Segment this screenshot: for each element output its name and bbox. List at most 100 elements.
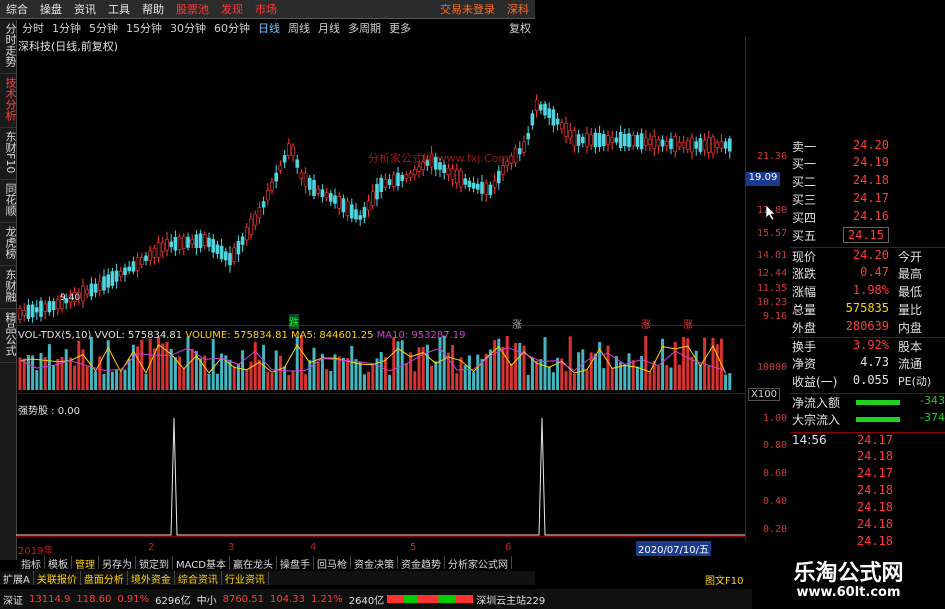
tab-related-quotes[interactable]: 关联报价 [34, 571, 81, 586]
nav-tab-ths[interactable]: 同花顺 [0, 180, 17, 224]
candle-body [22, 310, 26, 316]
tab-save-as[interactable]: 另存为 [99, 556, 136, 571]
period-2[interactable]: 5分钟 [85, 20, 122, 36]
kline-chart[interactable] [16, 50, 746, 560]
volume-bar [73, 365, 77, 390]
candle-body [232, 247, 236, 262]
vol-vvol: VVOL: 575834.81 [94, 330, 183, 341]
tab-macd[interactable]: MACD基本 [173, 556, 230, 571]
tab-indicator[interactable]: 指标 [18, 556, 45, 571]
nav-tab-technical[interactable]: 技术分析 [0, 74, 17, 128]
volume-bar [123, 369, 127, 390]
menu-item-4[interactable]: 帮助 [136, 1, 170, 17]
tab-foreign-funds[interactable]: 境外资金 [128, 571, 175, 586]
volume-bar [253, 341, 257, 390]
nav-tab-dragon[interactable]: 龙虎榜 [0, 223, 17, 267]
period-5[interactable]: 60分钟 [210, 20, 254, 36]
candle-body [517, 148, 522, 155]
tab-industry-news[interactable]: 行业资讯 [222, 571, 269, 586]
menu-item-market[interactable]: 市场 [249, 1, 283, 17]
period-8[interactable]: 月线 [314, 20, 344, 36]
tab-dragon-head[interactable]: 赢在龙头 [230, 556, 277, 571]
candle-body [471, 182, 476, 189]
tab-market-analysis[interactable]: 盘面分析 [81, 571, 128, 586]
stat-row: 换手 3.92% 股本 [790, 337, 945, 355]
date-year: 2019年 [18, 546, 54, 557]
volume-bar [341, 357, 345, 390]
candle-body [89, 283, 94, 297]
menu-item-stock-pool[interactable]: 股票池 [170, 1, 215, 17]
candle-body [698, 138, 703, 152]
volume-bar [509, 363, 513, 390]
tab-huimaqiang[interactable]: 回马枪 [314, 556, 351, 571]
volume-bar [383, 357, 387, 390]
period-more[interactable]: 更多 [385, 20, 415, 36]
candle-body [30, 304, 35, 318]
tab-lock[interactable]: 锁定到 [136, 556, 173, 571]
strong-legend: 强势股 : 0.00 [18, 406, 80, 417]
candle-body [568, 130, 573, 139]
tab-template[interactable]: 模板 [45, 556, 72, 571]
nav-tab-intraday[interactable]: 分时走势 [0, 20, 17, 74]
candle-body [358, 215, 363, 220]
candle-body [307, 177, 312, 190]
menu-bar: 综合 操盘 资讯 工具 帮助 股票池 发现 市场 交易未登录 深科 [0, 0, 535, 19]
price-tick: 9.16 [763, 311, 788, 322]
f10-label[interactable]: 图文F10 [705, 572, 743, 587]
menu-item-stock[interactable]: 深科 [501, 1, 535, 17]
period-daily[interactable]: 日线 [254, 20, 284, 36]
candle-body [291, 145, 295, 157]
tab-manage[interactable]: 管理 [72, 556, 99, 571]
candle-body [463, 178, 468, 185]
volume-bar [593, 353, 597, 390]
candle-body [555, 118, 560, 125]
ind-tick: 0.60 [763, 468, 788, 479]
trade-login-status[interactable]: 交易未登录 [434, 1, 501, 17]
menu-item-0[interactable]: 综合 [0, 1, 34, 17]
candle-body [597, 133, 602, 147]
period-3[interactable]: 15分钟 [122, 20, 166, 36]
candle-body [593, 132, 598, 148]
nav-tab-margin[interactable]: 东财融 [0, 266, 17, 310]
date-tick: 6 [505, 542, 512, 553]
volume-bar [455, 373, 459, 390]
volume-bar [438, 337, 442, 390]
candle-body [396, 172, 400, 186]
period-0[interactable]: 分时 [18, 20, 48, 36]
candle-body [144, 255, 148, 262]
tab-ext-a[interactable]: 扩展A [0, 571, 34, 586]
menu-item-3[interactable]: 工具 [102, 1, 136, 17]
tab-fund-decision[interactable]: 资金决策 [351, 556, 398, 571]
vol-unit: X100 [748, 388, 780, 401]
candle-body [215, 244, 220, 254]
candle-body [677, 141, 682, 147]
volume-bar [413, 371, 417, 390]
period-1[interactable]: 1分钟 [48, 20, 85, 36]
period-7[interactable]: 周线 [284, 20, 314, 36]
volume-bar [728, 373, 732, 390]
nav-tab-formula[interactable]: 精品公式 [0, 309, 17, 364]
menu-item-discover[interactable]: 发现 [215, 1, 249, 17]
tab-fxj[interactable]: 分析家公式网 [445, 556, 512, 571]
zx-change: 104.33 [269, 593, 305, 605]
tab-trader[interactable]: 操盘手 [277, 556, 314, 571]
quote-row: 买四 24.16 [792, 209, 889, 225]
candle-body [249, 218, 253, 235]
tab-news[interactable]: 综合资讯 [175, 571, 222, 586]
fq-label[interactable]: 复权 [505, 20, 535, 36]
tab-fund-trend[interactable]: 资金趋势 [398, 556, 445, 571]
period-4[interactable]: 30分钟 [166, 20, 210, 36]
nav-tab-f10[interactable]: 东财F10 [0, 128, 17, 181]
menu-item-1[interactable]: 操盘 [34, 1, 68, 17]
volume-bar [245, 369, 249, 390]
candle-body [261, 201, 266, 208]
candle-body [131, 261, 136, 272]
volume-bar [127, 358, 131, 390]
period-9[interactable]: 多周期 [344, 20, 385, 36]
candle-body [366, 200, 371, 211]
candle-body [236, 241, 241, 255]
price-tick: 12.44 [757, 268, 788, 279]
menu-item-2[interactable]: 资讯 [68, 1, 102, 17]
ind-tick: 0.40 [763, 496, 788, 507]
volume-bar [325, 369, 329, 390]
